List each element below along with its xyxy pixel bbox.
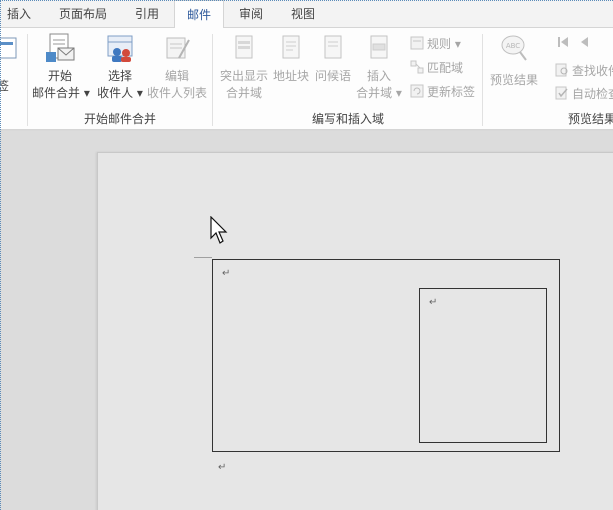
update-labels-label: 更新标签 bbox=[427, 85, 476, 99]
first-record-button[interactable] bbox=[556, 32, 573, 54]
greeting-line-button[interactable]: 问候语 bbox=[312, 32, 354, 85]
address-block-icon bbox=[282, 35, 300, 59]
partial-label: 签 bbox=[0, 79, 9, 93]
match-fields-icon bbox=[410, 60, 424, 74]
edit-recipients-line2: 收件人列表 bbox=[146, 86, 207, 100]
rules-button[interactable]: 规则 ▾ bbox=[410, 33, 461, 55]
document-mail-icon bbox=[46, 33, 75, 62]
insert-merge-field-button[interactable]: 插入 合并域 ▾ bbox=[356, 32, 402, 102]
auto-check-label: 自动检查 bbox=[572, 87, 613, 101]
paragraph-mark: ↵ bbox=[222, 268, 231, 279]
first-record-icon bbox=[558, 37, 568, 47]
group-label-write-insert: 编写和插入域 bbox=[311, 112, 384, 126]
rules-icon bbox=[410, 36, 424, 50]
insert-field-line1: 插入 bbox=[366, 69, 391, 83]
greeting-line-icon bbox=[324, 35, 342, 59]
edit-recipients-line1: 编辑 bbox=[164, 69, 189, 83]
highlight-fields-icon bbox=[235, 35, 253, 59]
tab-page-layout[interactable]: 页面布局 bbox=[48, 0, 118, 28]
find-recipient-label: 查找收件 bbox=[572, 64, 613, 78]
preview-results-label: 预览结果 bbox=[489, 73, 538, 87]
envelope-labels-button-partial[interactable]: 签 bbox=[0, 32, 17, 95]
paragraph-mark: ↵ bbox=[218, 462, 227, 473]
envelope-icon bbox=[0, 37, 17, 59]
tab-review[interactable]: 审阅 bbox=[228, 0, 274, 28]
paragraph-mark: ↵ bbox=[429, 297, 438, 308]
ribbon-panel: 签 开始 邮件合并 ▾ 选择 收件人 ▾ 编辑 收件人列表 开始邮件合并 突出显… bbox=[0, 28, 613, 130]
start-merge-line1: 开始 bbox=[47, 69, 72, 83]
group-separator bbox=[482, 34, 483, 126]
mouse-pointer-icon bbox=[210, 216, 228, 244]
recipients-icon bbox=[107, 35, 133, 62]
ribbon-tab-bar: 插入 页面布局 引用 邮件 审阅 视图 bbox=[0, 0, 613, 29]
update-labels-button[interactable]: 更新标签 bbox=[410, 81, 475, 103]
svg-text:ABC: ABC bbox=[506, 42, 520, 50]
group-label-preview: 预览结果 bbox=[568, 112, 613, 126]
auto-check-errors-button[interactable]: 自动检查 bbox=[555, 83, 613, 105]
edit-list-icon bbox=[166, 37, 190, 59]
inner-text-box[interactable] bbox=[419, 288, 547, 443]
previous-record-icon bbox=[581, 37, 588, 47]
auto-check-icon bbox=[555, 86, 568, 100]
group-label-start-merge: 开始邮件合并 bbox=[83, 112, 156, 126]
start-merge-line2: 邮件合并 ▾ bbox=[32, 86, 90, 100]
preview-results-button[interactable]: ABC 预览结果 bbox=[486, 32, 542, 89]
update-labels-icon bbox=[410, 84, 424, 98]
match-fields-label: 匹配域 bbox=[427, 61, 464, 75]
rules-label: 规则 ▾ bbox=[427, 37, 461, 51]
find-recipient-icon bbox=[555, 63, 568, 77]
previous-record-button[interactable] bbox=[578, 32, 595, 54]
margin-corner-mark bbox=[194, 248, 212, 258]
highlight-line2: 合并域 bbox=[225, 86, 262, 100]
select-recipients-line2: 收件人 ▾ bbox=[97, 86, 143, 100]
start-mail-merge-button[interactable]: 开始 邮件合并 ▾ bbox=[32, 32, 90, 102]
insert-field-line2: 合并域 ▾ bbox=[356, 86, 402, 100]
find-recipient-button[interactable]: 查找收件 bbox=[555, 60, 613, 82]
insert-field-icon bbox=[370, 35, 388, 59]
address-block-label: 地址块 bbox=[272, 69, 309, 83]
select-recipients-button[interactable]: 选择 收件人 ▾ bbox=[95, 32, 145, 102]
address-block-button[interactable]: 地址块 bbox=[270, 32, 312, 85]
match-fields-button[interactable]: 匹配域 bbox=[410, 57, 463, 79]
greeting-line-label: 问候语 bbox=[314, 69, 351, 83]
tab-insert[interactable]: 插入 bbox=[0, 0, 38, 28]
tab-mailings[interactable]: 邮件 bbox=[174, 0, 224, 29]
edit-recipient-list-button[interactable]: 编辑 收件人列表 bbox=[146, 32, 208, 102]
highlight-merge-fields-button[interactable]: 突出显示 合并域 bbox=[216, 32, 272, 102]
highlight-line1: 突出显示 bbox=[219, 69, 268, 83]
tab-references[interactable]: 引用 bbox=[126, 0, 168, 28]
tab-view[interactable]: 视图 bbox=[280, 0, 326, 28]
group-separator bbox=[212, 34, 213, 126]
select-recipients-line1: 选择 bbox=[107, 69, 132, 83]
preview-icon: ABC bbox=[501, 35, 527, 61]
